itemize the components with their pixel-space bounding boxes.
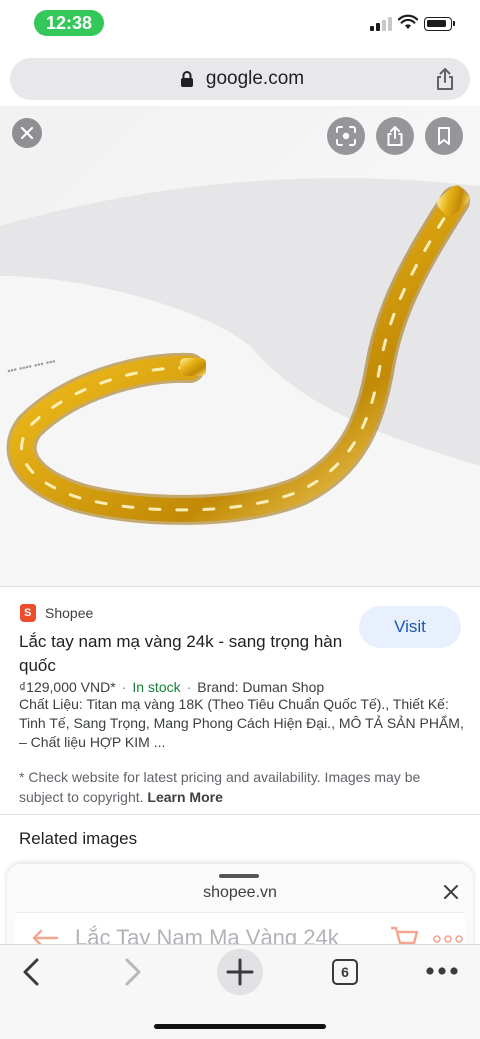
url-domain: google.com — [205, 68, 305, 89]
back-icon[interactable] — [20, 957, 42, 987]
more-icon — [433, 935, 463, 943]
learn-more-link[interactable]: Learn More — [147, 789, 222, 805]
disclaimer-note: * Check website for latest pricing and a… — [19, 768, 459, 807]
save-bookmark-button[interactable] — [425, 117, 463, 155]
share-image-button[interactable] — [376, 117, 414, 155]
product-title[interactable]: Lắc tay nam mạ vàng 24k - sang trọng hàn… — [19, 630, 349, 678]
product-meta: ₫129,000 VND* · In stock · Brand: Duman Shop — [19, 679, 325, 695]
status-time: 12:38 — [34, 10, 104, 36]
share-icon[interactable] — [434, 67, 456, 91]
brand: Brand: Duman Shop — [197, 679, 325, 695]
product-image[interactable]: ▪▪▪ ▪▪▪▪ ▪▪▪ ▪▪▪ — [0, 106, 480, 586]
forward-icon[interactable] — [122, 957, 144, 987]
cellular-signal-icon — [370, 17, 394, 31]
related-images-heading: Related images — [19, 829, 138, 848]
sheet-domain: shopee.vn — [203, 884, 277, 901]
visit-button[interactable]: Visit — [359, 606, 461, 648]
close-button[interactable] — [12, 118, 42, 148]
stock-status: In stock — [132, 679, 181, 695]
more-menu-icon[interactable] — [425, 966, 459, 976]
product-description: Chất Liệu: Titan mạ vàng 18K (Theo Tiêu … — [19, 696, 464, 750]
battery-icon — [424, 17, 455, 31]
status-bar: 12:38 — [0, 0, 480, 48]
divider — [0, 814, 480, 815]
divider — [0, 586, 480, 587]
shopee-logo-icon — [20, 604, 36, 622]
site-preview-sheet[interactable]: shopee.vn Lắc Tay Nam Mạ Vàng 24k — [7, 864, 473, 954]
lens-button[interactable] — [327, 117, 365, 155]
lens-icon — [336, 126, 356, 146]
price: ₫129,000 VND* — [19, 679, 116, 695]
source-name: Shopee — [45, 605, 94, 621]
plus-icon — [226, 958, 254, 986]
bookmark-icon — [438, 127, 450, 145]
address-bar[interactable]: google.com — [10, 58, 470, 100]
close-icon[interactable] — [443, 884, 459, 900]
wifi-icon — [398, 14, 418, 29]
new-tab-button[interactable] — [217, 949, 263, 995]
home-indicator[interactable] — [154, 1024, 326, 1029]
tab-switcher-button[interactable]: 6 — [332, 959, 358, 985]
sheet-handle[interactable] — [219, 874, 259, 878]
close-icon — [20, 126, 34, 140]
share-icon — [387, 126, 403, 146]
